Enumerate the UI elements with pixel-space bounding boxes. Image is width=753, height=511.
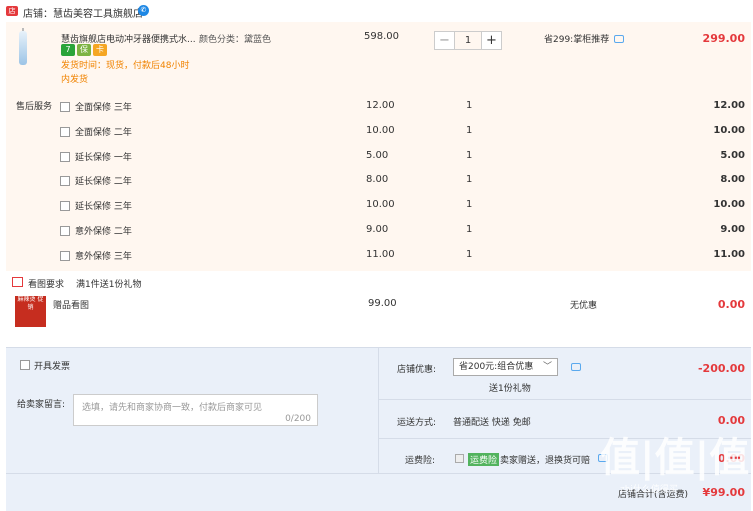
gift-thumbnail[interactable]: 麻辣烫 促销 bbox=[15, 296, 46, 327]
service-total: 5.00 bbox=[720, 149, 745, 161]
gift-icon bbox=[12, 277, 23, 287]
delivery-label: 运送方式: bbox=[397, 418, 437, 428]
watermark-logo: 值|值|值 bbox=[600, 435, 750, 481]
guarantee-icon: 保 bbox=[77, 44, 91, 56]
memo-input[interactable]: 选填，请先和商家协商一致，付款后商家可见 0/200 bbox=[73, 394, 318, 426]
gift-rule: 满1件送1份礼物 bbox=[76, 280, 142, 290]
service-name: 意外保修 二年 bbox=[75, 227, 132, 237]
service-price: 11.00 bbox=[366, 248, 395, 260]
insurance-checkbox[interactable] bbox=[455, 454, 464, 463]
service-checkbox[interactable] bbox=[60, 102, 70, 112]
shipping-time: 发货时间：现货，付款后48小时内发货 bbox=[61, 61, 190, 85]
service-checkbox[interactable] bbox=[60, 226, 70, 236]
after-sales-row: 延长保修 三年 10.00 1 10.00 bbox=[0, 195, 753, 220]
service-name: 延长保修 三年 bbox=[75, 202, 132, 213]
service-checkbox[interactable] bbox=[60, 126, 70, 137]
watermark-text: zhi什么值得买 bbox=[620, 485, 678, 495]
unit-price: 598.00 bbox=[364, 31, 399, 42]
seven-day-return-icon: 7 bbox=[61, 44, 75, 56]
coupon-amount: -200.00 bbox=[697, 362, 745, 375]
product-thumbnail[interactable] bbox=[13, 28, 33, 65]
service-name: 延长保修 一年 bbox=[75, 152, 132, 163]
quantity-stepper: − 1 + bbox=[434, 31, 502, 50]
delivery-value: 普通配送 快递 免邮 bbox=[453, 418, 531, 428]
service-qty: 1 bbox=[466, 174, 473, 186]
memo-placeholder: 选填，请先和商家协商一致，付款后商家可见 bbox=[82, 403, 263, 413]
service-checkbox[interactable] bbox=[60, 250, 70, 261]
comment-icon[interactable] bbox=[571, 363, 581, 371]
insurance-label: 运费险: bbox=[405, 456, 436, 466]
service-checkbox[interactable] bbox=[60, 151, 70, 162]
service-total: 12.00 bbox=[713, 100, 745, 111]
service-total: 11.00 bbox=[713, 248, 745, 260]
invoice-label: 开具发票 bbox=[34, 362, 71, 372]
shop-icon: 店 bbox=[6, 6, 18, 16]
after-sales-row: 意外保修 二年 9.00 1 9.00 bbox=[0, 220, 753, 245]
divider bbox=[378, 399, 751, 400]
service-total: 9.00 bbox=[720, 224, 745, 235]
memo-counter: 0/200 bbox=[285, 414, 311, 424]
product-discount: 省299:掌柜推荐 bbox=[544, 35, 610, 45]
coupon-selected: 省200元:组合优惠 bbox=[459, 362, 534, 372]
service-name: 延长保修 二年 bbox=[75, 177, 132, 188]
vertical-divider bbox=[378, 347, 379, 473]
gift-discount: 无优惠 bbox=[570, 301, 598, 311]
chevron-down-icon: ﹀ bbox=[542, 362, 552, 372]
gift-price: 99.00 bbox=[368, 298, 397, 309]
service-qty: 1 bbox=[466, 199, 473, 211]
gift-requirement-label: 看图要求 bbox=[28, 280, 65, 290]
service-total: 8.00 bbox=[720, 174, 745, 186]
coupon-label: 店铺优惠: bbox=[397, 365, 437, 375]
service-name: 全面保修 二年 bbox=[75, 127, 132, 138]
service-name: 意外保修 三年 bbox=[75, 251, 132, 262]
service-price: 10.00 bbox=[366, 199, 395, 211]
qty-input[interactable]: 1 bbox=[455, 31, 481, 50]
product-badges: 7保卡 bbox=[61, 44, 107, 56]
after-sales-row: 延长保修 一年 5.00 1 5.00 bbox=[0, 146, 753, 171]
service-price: 5.00 bbox=[366, 149, 389, 161]
chat-wangwang-icon[interactable]: ✆ bbox=[138, 5, 149, 16]
product-total: 299.00 bbox=[702, 32, 745, 45]
coupon-gift-note: 送1份礼物 bbox=[489, 384, 531, 394]
qty-plus-button[interactable]: + bbox=[481, 31, 502, 50]
service-checkbox[interactable] bbox=[60, 176, 70, 187]
service-price: 8.00 bbox=[366, 174, 389, 186]
subtotal-amount: ¥99.00 bbox=[702, 486, 745, 499]
service-price: 9.00 bbox=[366, 224, 389, 235]
service-qty: 1 bbox=[466, 248, 473, 260]
service-total: 10.00 bbox=[713, 124, 745, 136]
service-qty: 1 bbox=[466, 124, 473, 136]
service-price: 12.00 bbox=[366, 100, 395, 111]
service-name: 全面保修 三年 bbox=[75, 103, 132, 113]
gift-name[interactable]: 赠品看图 bbox=[53, 298, 89, 311]
coupon-select[interactable]: 省200元:组合优惠 ﹀ bbox=[453, 358, 558, 376]
insurance-tag: 运费险 bbox=[468, 453, 500, 466]
service-qty: 1 bbox=[466, 100, 473, 111]
shop-name[interactable]: 店铺：慧齿美容工具旗舰店 bbox=[23, 5, 143, 20]
qty-minus-button[interactable]: − bbox=[434, 31, 455, 50]
service-qty: 1 bbox=[466, 149, 473, 161]
service-price: 10.00 bbox=[366, 124, 395, 136]
after-sales-row: 意外保修 三年 11.00 1 11.00 bbox=[0, 245, 753, 270]
service-total: 10.00 bbox=[713, 199, 745, 211]
service-qty: 1 bbox=[466, 224, 473, 235]
after-sales-row: 延长保修 二年 8.00 1 8.00 bbox=[0, 170, 753, 195]
card-icon: 卡 bbox=[93, 44, 107, 56]
comment-icon[interactable] bbox=[614, 35, 624, 43]
memo-label: 给卖家留言: bbox=[17, 400, 66, 410]
product-variant: 颜色分类：黛蓝色 bbox=[199, 35, 272, 45]
after-sales-row: 全面保修 二年 10.00 1 10.00 bbox=[0, 121, 753, 146]
gift-total: 0.00 bbox=[717, 298, 745, 311]
service-checkbox[interactable] bbox=[60, 201, 70, 212]
after-sales-row: 全面保修 三年 12.00 1 12.00 bbox=[0, 96, 753, 121]
invoice-checkbox[interactable] bbox=[20, 360, 30, 370]
insurance-text: 卖家赠送，退换货可赔 bbox=[500, 456, 591, 466]
